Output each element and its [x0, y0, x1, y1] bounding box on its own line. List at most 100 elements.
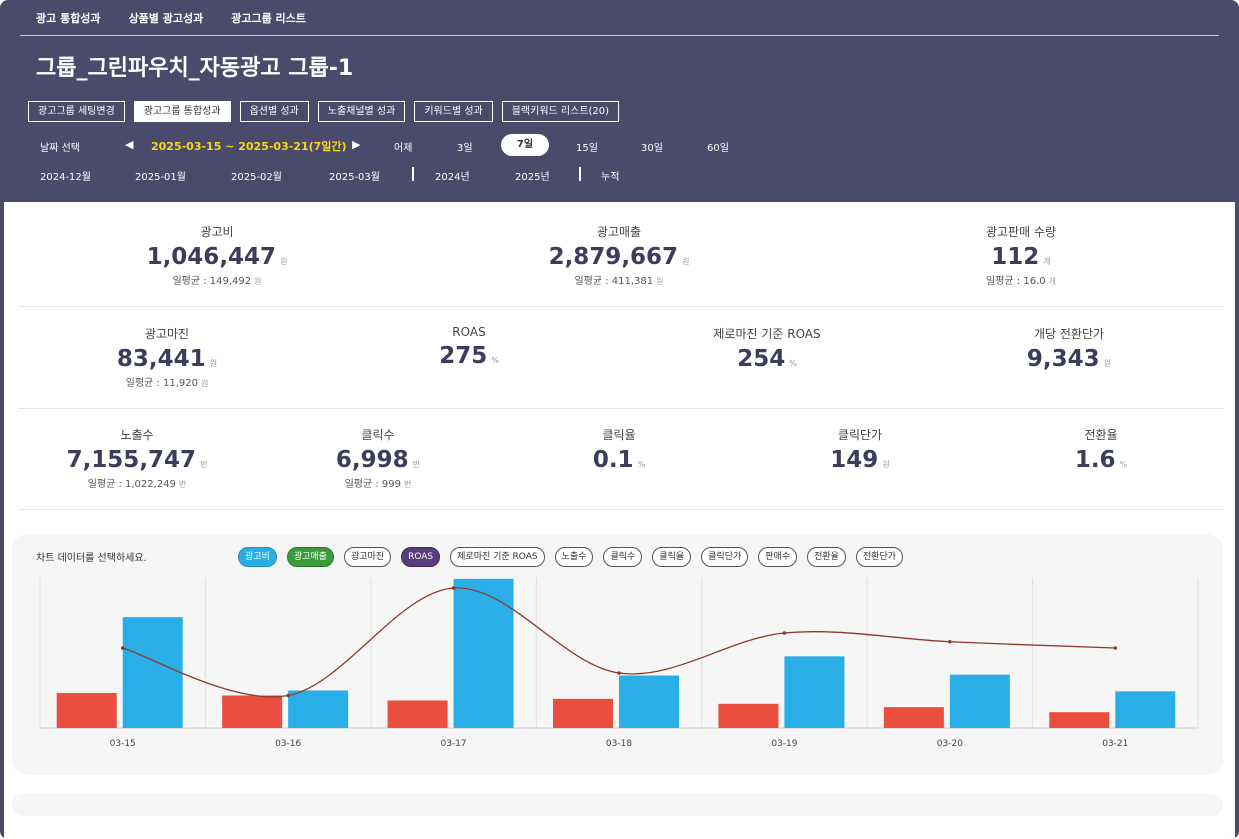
- tab-option-performance[interactable]: 옵션별 성과: [239, 101, 309, 122]
- metric-label: 개당 전환단가: [1033, 327, 1105, 341]
- tab-keyword-performance[interactable]: 키워드별 성과: [414, 101, 493, 122]
- date-selector: 날짜 선택 ◀ 2025-03-15 ~ 2025-03-21(7일간) ▶ 어…: [40, 134, 800, 156]
- metric-zero-margin-roas: 제로마진 기준 ROAS 254%: [667, 325, 867, 372]
- metric-ad-sales-qty: 광고판매 수량 112 개 일평균 : 16.0 개: [871, 223, 1171, 287]
- metric-average-text: 일평균 : 411,381: [574, 276, 654, 287]
- x-tick-label: 03-20: [937, 739, 963, 749]
- bar-ad-revenue: [288, 690, 349, 728]
- footer-strip: [12, 794, 1223, 816]
- metric-average-text: 일평균 : 1,022,249: [87, 479, 176, 490]
- range-option-7d[interactable]: 7일: [501, 134, 549, 156]
- next-arrow-icon[interactable]: ▶: [352, 138, 360, 151]
- x-tick-label: 03-18: [606, 739, 632, 749]
- metric-ctr: 클릭율 0.1%: [539, 426, 699, 473]
- month-2025-01[interactable]: 2025-01월: [135, 168, 186, 183]
- range-option-30d[interactable]: 30일: [641, 139, 663, 154]
- content-panel: 광고비 1,046,447 원 일평균 : 149,492 원 광고매출 2,879…: [4, 202, 1235, 839]
- bar-ad-cost: [1049, 712, 1110, 728]
- roas-point: [286, 693, 290, 698]
- metric-value: 83,441 원: [67, 346, 267, 372]
- metric-average-text: 일평균 : 999: [344, 479, 402, 490]
- bar-ad-cost: [56, 693, 117, 728]
- bar-ad-cost: [883, 707, 944, 728]
- metric-unit: 원: [682, 257, 690, 266]
- metric-value: 112 개: [871, 244, 1171, 270]
- metric-cost-per-conversion: 개당 전환단가 9,343 원: [969, 325, 1169, 372]
- x-tick-label: 03-16: [275, 739, 301, 749]
- chart-plot: 03-15 03-16 03-17 03-18 03-19 03-20 03-21: [39, 578, 1199, 749]
- metric-label: 광고판매 수량: [985, 225, 1057, 239]
- month-2024-12[interactable]: 2024-12월: [40, 168, 91, 183]
- bar-ad-cost: [718, 703, 779, 728]
- metric-label: 클릭단가: [837, 428, 883, 442]
- metric-ad-revenue: 광고매출 2,879,667 원 일평균 : 411,381 원: [469, 223, 769, 287]
- page-title: 그룹_그린파우치_자동광고 그룹-1: [36, 56, 354, 81]
- tab-black-keywords[interactable]: 블랙키워드 리스트(20): [501, 101, 620, 122]
- range-option-60d[interactable]: 60일: [707, 139, 729, 154]
- metric-number: 149: [830, 447, 879, 473]
- metric-unit: 원: [280, 257, 288, 266]
- metric-average-unit: 번: [178, 480, 187, 489]
- metric-number: 6,998: [335, 447, 409, 473]
- month-2025-02[interactable]: 2025-02월: [231, 168, 282, 183]
- metric-average: 일평균 : 16.0 개: [871, 272, 1171, 287]
- bar-ad-cost: [553, 698, 613, 728]
- x-tick-label: 03-21: [1102, 739, 1128, 749]
- metric-unit: %: [789, 359, 797, 368]
- metric-number: 254: [737, 346, 786, 372]
- metric-average: 일평균 : 999 번: [298, 475, 458, 490]
- metric-unit: 원: [1103, 359, 1112, 368]
- range-option-yesterday[interactable]: 어제: [394, 139, 412, 154]
- metric-average-unit: 번: [404, 480, 412, 489]
- metric-unit: %: [1119, 460, 1128, 469]
- tab-adgroup-overview[interactable]: 광고그룹 통합성과: [133, 101, 231, 122]
- metric-label: 제로마진 기준 ROAS: [713, 327, 821, 341]
- month-selector: 2024-12월 2025-01월 2025-02월 2025-03월 2024…: [40, 167, 740, 183]
- bar-ad-revenue: [784, 656, 845, 728]
- roas-point: [948, 639, 952, 644]
- metric-value: 275%: [369, 343, 569, 369]
- bar-ad-cost: [387, 700, 448, 728]
- metric-cpc: 클릭단가 149 원: [780, 426, 940, 473]
- year-2025[interactable]: 2025년: [515, 168, 550, 183]
- bar-ad-revenue: [1115, 691, 1176, 728]
- range-option-15d[interactable]: 15일: [576, 139, 598, 154]
- metric-unit: 원: [882, 460, 890, 469]
- metric-value: 2,879,667 원: [469, 244, 769, 270]
- metric-label: 클릭수: [361, 428, 395, 442]
- date-range: 2025-03-15 ~ 2025-03-21(7일간): [151, 140, 347, 153]
- x-tick-label: 03-17: [440, 739, 466, 749]
- nav-adgroup-list[interactable]: 광고그룹 리스트: [231, 10, 306, 26]
- prev-arrow-icon[interactable]: ◀: [125, 138, 133, 151]
- metric-number: 112: [991, 244, 1040, 270]
- month-2025-03[interactable]: 2025-03월: [329, 168, 380, 183]
- metric-number: 275: [439, 343, 488, 369]
- roas-point: [617, 671, 621, 675]
- metric-value: 9,343 원: [969, 346, 1169, 372]
- month-divider: [412, 167, 414, 181]
- nav-product-performance[interactable]: 상품별 광고성과: [129, 10, 204, 26]
- top-nav: 광고 통합성과 상품별 광고성과 광고그룹 리스트: [36, 10, 306, 26]
- metric-number: 83,441: [116, 346, 206, 372]
- metric-average-text: 일평균 : 149,492: [172, 276, 252, 287]
- metric-value: 7,155,747 번: [57, 447, 217, 473]
- row-divider: [18, 408, 1224, 409]
- metric-value: 1.6%: [1021, 447, 1181, 473]
- tab-adgroup-settings[interactable]: 광고그룹 세팅변경: [28, 101, 125, 122]
- tab-channel-performance[interactable]: 노출채널별 성과: [317, 101, 406, 122]
- metric-value: 254%: [667, 346, 867, 372]
- cumulative-option[interactable]: 누적: [601, 168, 619, 183]
- metric-average: 일평균 : 149,492 원: [67, 272, 367, 287]
- metric-conversion-rate: 전환율 1.6%: [1021, 426, 1181, 473]
- roas-point: [1113, 646, 1118, 650]
- bar-ad-revenue: [453, 578, 514, 728]
- metric-label: 광고마진: [144, 327, 190, 341]
- bar-ad-revenue: [949, 674, 1010, 728]
- metric-number: 2,879,667: [548, 244, 679, 270]
- range-option-3d[interactable]: 3일: [457, 139, 473, 154]
- nav-ad-overview[interactable]: 광고 통합성과: [36, 10, 101, 26]
- metric-unit: 번: [200, 460, 208, 469]
- year-2024[interactable]: 2024년: [435, 168, 470, 183]
- metric-number: 1.6: [1074, 447, 1116, 473]
- tab-bar: 광고그룹 세팅변경 광고그룹 통합성과 옵션별 성과 노출채널별 성과 키워드별…: [28, 101, 620, 122]
